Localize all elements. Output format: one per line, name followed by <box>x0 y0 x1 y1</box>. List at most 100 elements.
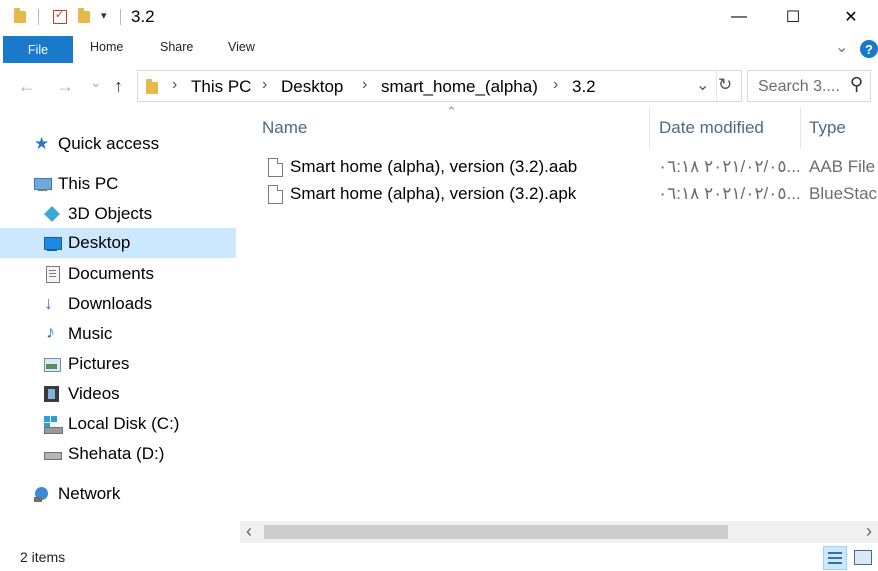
sidebar-item-label: Network <box>58 484 121 503</box>
close-icon: ✕ <box>844 9 858 26</box>
details-view-button[interactable] <box>823 546 847 570</box>
back-arrow-icon[interactable]: ← <box>18 76 36 97</box>
sidebar-item-label: Downloads <box>68 294 153 313</box>
sidebar-item-music[interactable]: ♪ Music <box>0 319 236 349</box>
sidebar-item-label: 3D Objects <box>68 204 153 223</box>
tab-file[interactable]: File <box>3 36 73 63</box>
minimize-icon: — <box>731 8 747 25</box>
music-note-icon: ♪ <box>46 322 55 342</box>
navigation-bar: ← → ⌄ ↑ › This PC › Desktop › smart_home… <box>0 64 878 108</box>
sidebar-item-downloads[interactable]: ↓ Downloads <box>0 289 236 319</box>
status-bar: 2 items <box>0 543 878 571</box>
file-list: ⌃ Name Date modified Type Smart home (al… <box>240 104 878 543</box>
minimize-button[interactable]: — <box>716 0 762 34</box>
sort-ascending-icon: ⌃ <box>446 104 457 119</box>
sidebar-item-network[interactable]: Network <box>0 479 236 509</box>
search-box[interactable]: Search 3.... ⚲ <box>747 70 871 102</box>
file-type: BlueStacks <box>809 184 878 203</box>
sidebar-item-quick-access[interactable]: ★ Quick access <box>0 129 236 159</box>
column-header-name[interactable]: Name <box>262 118 307 138</box>
close-button[interactable]: ✕ <box>828 0 874 34</box>
windows-drive-icon <box>44 416 63 434</box>
refresh-icon[interactable]: ↻ <box>718 75 732 95</box>
breadcrumb-separator[interactable]: › <box>172 76 177 94</box>
sidebar-item-label: Quick access <box>58 134 160 153</box>
picture-icon <box>44 356 61 372</box>
computer-icon <box>34 176 52 192</box>
address-dropdown-icon[interactable]: ⌄ <box>696 75 709 95</box>
sidebar-item-pictures[interactable]: Pictures <box>0 349 236 379</box>
folder-icon <box>146 79 158 94</box>
column-header-date-modified[interactable]: Date modified <box>659 118 764 138</box>
sidebar-item-label: Videos <box>68 384 120 403</box>
sidebar-item-desktop[interactable]: Desktop <box>0 228 236 258</box>
file-icon <box>268 158 283 177</box>
document-icon <box>46 266 62 283</box>
desktop-icon <box>44 235 62 251</box>
breadcrumb-this-pc[interactable]: This PC <box>191 77 251 97</box>
sidebar-item-videos[interactable]: Videos <box>0 379 236 409</box>
sidebar-item-shehata-d[interactable]: Shehata (D:) <box>0 439 236 469</box>
address-bar[interactable]: › This PC › Desktop › smart_home_(alpha)… <box>137 70 742 102</box>
expand-ribbon-icon[interactable]: ⌄ <box>835 37 848 57</box>
film-icon <box>44 386 60 402</box>
cube-icon <box>44 206 60 222</box>
breadcrumb-separator[interactable]: › <box>553 76 558 94</box>
ribbon-tabs: File Home Share View ⌄ ? <box>0 34 878 65</box>
tab-share[interactable]: Share <box>160 40 193 54</box>
title-bar: ▾ 3.2 — ☐ ✕ <box>0 0 878 34</box>
maximize-button[interactable]: ☐ <box>770 0 816 34</box>
new-folder-icon[interactable] <box>78 8 90 23</box>
breadcrumb-desktop[interactable]: Desktop <box>281 77 343 97</box>
file-date-modified: ٢٠٢١/٠٢/٠٥ ٠٦:١٨... <box>658 184 801 203</box>
column-divider[interactable] <box>800 108 801 148</box>
file-name: Smart home (alpha), version (3.2).aab <box>290 157 578 176</box>
breadcrumb-3-2[interactable]: 3.2 <box>572 77 596 97</box>
sidebar-item-this-pc[interactable]: This PC <box>0 169 236 199</box>
scroll-right-icon[interactable]: › <box>866 521 872 542</box>
file-name: Smart home (alpha), version (3.2).apk <box>290 184 577 203</box>
column-divider[interactable] <box>649 108 650 148</box>
recent-locations-icon[interactable]: ⌄ <box>90 74 102 91</box>
sidebar-item-local-disk-c[interactable]: Local Disk (C:) <box>0 409 236 439</box>
breadcrumb-smart-home[interactable]: smart_home_(alpha) <box>381 77 538 97</box>
divider <box>120 9 121 25</box>
properties-icon[interactable] <box>53 8 67 24</box>
column-header-type[interactable]: Type <box>809 118 846 138</box>
star-icon: ★ <box>34 134 50 153</box>
large-icons-view-button[interactable] <box>851 546 873 568</box>
sidebar-item-3d-objects[interactable]: 3D Objects <box>0 199 236 229</box>
sidebar-item-documents[interactable]: Documents <box>0 259 236 289</box>
quick-access-dropdown-icon[interactable]: ▾ <box>101 9 107 22</box>
sidebar-item-label: Desktop <box>68 233 131 252</box>
search-icon[interactable]: ⚲ <box>850 74 863 95</box>
file-icon <box>268 185 283 204</box>
scroll-left-icon[interactable]: ‹ <box>246 521 252 542</box>
network-icon <box>34 486 50 502</box>
horizontal-scrollbar[interactable]: ‹ › <box>240 521 878 543</box>
table-row[interactable]: Smart home (alpha), version (3.2).apk ٢٠… <box>260 182 878 208</box>
sidebar-item-label: Local Disk (C:) <box>68 414 180 433</box>
divider <box>38 9 39 25</box>
sidebar-item-label: Music <box>68 324 113 343</box>
up-arrow-icon[interactable]: ↑ <box>114 76 123 97</box>
help-icon[interactable]: ? <box>860 40 878 58</box>
download-arrow-icon: ↓ <box>44 293 53 313</box>
navigation-pane: ★ Quick access This PC 3D Objects Deskto… <box>0 108 238 543</box>
breadcrumb-separator[interactable]: › <box>362 76 367 94</box>
item-count: 2 items <box>20 549 66 565</box>
file-date-modified: ٢٠٢١/٠٢/٠٥ ٠٦:١٨... <box>658 157 801 176</box>
scrollbar-thumb[interactable] <box>264 525 728 539</box>
sidebar-item-label: Shehata (D:) <box>68 444 165 463</box>
drive-icon <box>44 446 62 462</box>
table-row[interactable]: Smart home (alpha), version (3.2).aab ٢٠… <box>260 155 878 181</box>
sidebar-item-label: Pictures <box>68 354 130 373</box>
tab-view[interactable]: View <box>228 40 255 54</box>
maximize-icon: ☐ <box>785 9 801 26</box>
sidebar-item-label: This PC <box>58 174 119 193</box>
search-input[interactable]: Search 3.... <box>758 78 840 96</box>
divider <box>716 71 717 101</box>
tab-home[interactable]: Home <box>90 40 123 54</box>
breadcrumb-separator[interactable]: › <box>262 76 267 94</box>
forward-arrow-icon[interactable]: → <box>56 76 74 97</box>
